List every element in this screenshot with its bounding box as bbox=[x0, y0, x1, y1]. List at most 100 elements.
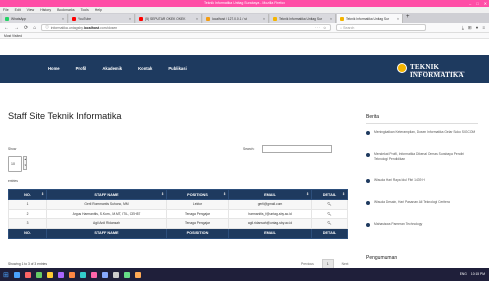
sync-icon[interactable]: ● bbox=[476, 25, 479, 31]
new-tab-icon[interactable]: + bbox=[406, 13, 410, 23]
search-label: Search: bbox=[243, 147, 255, 151]
nav-kontak[interactable]: Kontak bbox=[138, 66, 152, 71]
detail-magnifier-icon[interactable]: 🔍︎ bbox=[311, 218, 348, 229]
taskbar-app-icon[interactable] bbox=[57, 271, 64, 278]
entries-spinner[interactable]: ▲ ▼ bbox=[23, 156, 27, 170]
list-item[interactable]: Meningkatkan Keterampilan, Dosen Informa… bbox=[366, 130, 478, 152]
tab-close-icon[interactable]: × bbox=[397, 17, 399, 21]
site-brand-subtitle: UNIVERSITAS 17 AGUSTUS 1945 SURABAYA bbox=[410, 71, 465, 74]
sort-icon: ⇕ bbox=[342, 192, 345, 196]
tab-favicon-icon bbox=[273, 16, 277, 21]
footer-email: EMAIL bbox=[228, 227, 312, 239]
col-header-detail[interactable]: DETAIL ⇕ bbox=[311, 189, 348, 200]
detail-magnifier-icon[interactable]: 🔍︎ bbox=[311, 208, 348, 219]
detail-magnifier-icon[interactable]: 🔍︎ bbox=[311, 199, 348, 210]
url-bar[interactable]: ⓘ informatika.untagsby.localhost.com/dos… bbox=[41, 24, 332, 31]
nav-publikasi[interactable]: Publikasi bbox=[168, 66, 186, 71]
berita-divider bbox=[366, 123, 478, 124]
taskbar-app-icon[interactable] bbox=[24, 271, 31, 278]
taskbar-app-icon[interactable] bbox=[35, 271, 42, 278]
home-icon[interactable]: ⌂ bbox=[33, 25, 36, 31]
pager-previous[interactable]: Previous bbox=[297, 260, 318, 268]
list-item[interactable]: Mendekat Profil, Informatika Dikenal Orm… bbox=[366, 152, 478, 178]
nav-akademik[interactable]: Akademik bbox=[102, 66, 122, 71]
table-info: Showing 1 to 3 of 3 entries bbox=[8, 262, 48, 266]
maximize-icon[interactable]: □ bbox=[476, 0, 478, 7]
browser-tab[interactable]: YouTube × bbox=[69, 14, 135, 23]
cell-name: Agil Ardi Ridansah bbox=[46, 218, 167, 229]
taskbar-app-icon[interactable] bbox=[46, 271, 53, 278]
nav-home[interactable]: Home bbox=[48, 66, 60, 71]
page-title: Staff Site Teknik Informatika bbox=[8, 111, 122, 121]
bookmark-most-visited[interactable]: Most Visited bbox=[4, 34, 22, 38]
bullet-icon bbox=[366, 131, 370, 135]
cell-position: Tenaga Pengajar bbox=[166, 208, 229, 219]
table-header-row: NO. ⇕ STAFF NAME ⇕ POSITIONS ⇕ EMAIL ⇕ DETAI… bbox=[8, 189, 348, 200]
library-icon[interactable]: ⊞ bbox=[468, 25, 472, 31]
tab-favicon-icon bbox=[72, 16, 76, 21]
tray-clock[interactable]: 10:15 PM bbox=[471, 272, 485, 276]
tray-language[interactable]: ENG bbox=[460, 272, 467, 276]
taskbar-app-icon[interactable] bbox=[90, 271, 97, 278]
window-titlebar: Teknik Informatika Unitag Surabaya - Moz… bbox=[0, 0, 489, 7]
nav-profil[interactable]: Profil bbox=[76, 66, 87, 71]
browser-tab[interactable]: WhatsApp × bbox=[2, 14, 68, 23]
reload-icon[interactable]: ⟳ bbox=[24, 25, 28, 31]
table-footer-row: NO. STAFF NAME POSISITION EMAIL DETAIL bbox=[8, 227, 348, 239]
download-icon[interactable]: ⤓ bbox=[462, 25, 464, 31]
entries-select[interactable]: 10 bbox=[8, 156, 22, 172]
taskbar-app-icon[interactable] bbox=[123, 271, 130, 278]
site-header: Home Profil Akademik Kontak Publikasi TE… bbox=[0, 55, 489, 83]
list-item[interactable]: Wisuda Hari Raya Idul Fitri 1439 H bbox=[366, 178, 478, 200]
bullet-icon bbox=[366, 201, 370, 205]
table-row: 1 Gerli Rommantis Suhono, MM Lektor gerl… bbox=[8, 199, 348, 210]
col-header-name[interactable]: STAFF NAME ⇕ bbox=[46, 189, 167, 200]
taskbar-app-icon[interactable] bbox=[134, 271, 141, 278]
tab-close-icon[interactable]: × bbox=[129, 17, 131, 21]
col-header-position[interactable]: POSITIONS ⇕ bbox=[166, 189, 229, 200]
tab-favicon-icon bbox=[139, 16, 143, 21]
browser-tab[interactable]: Teknik Informatika Unitag Sur × bbox=[337, 14, 403, 23]
list-item[interactable]: Wisuda Desain, Hari Pasanan Ali Teknolog… bbox=[366, 200, 478, 222]
tab-close-icon[interactable]: × bbox=[196, 17, 198, 21]
start-icon[interactable]: ⊞ bbox=[3, 271, 9, 279]
close-icon[interactable]: ✕ bbox=[484, 0, 487, 7]
search-bar[interactable]: ⌕ Search bbox=[336, 24, 427, 31]
page-actions-icon[interactable]: ··· ✩ bbox=[315, 26, 327, 30]
toolbar-icons: ⤓ ⊞ ● ≡ bbox=[462, 25, 485, 31]
berita-heading: Berita bbox=[366, 114, 380, 120]
browser-tab[interactable]: localhost / 127.0.0.1 / st × bbox=[203, 14, 269, 23]
taskbar-app-icon[interactable] bbox=[68, 271, 75, 278]
table-row: 3 Agil Ardi Ridansah Tenaga Pengajar agi… bbox=[8, 218, 348, 229]
tab-close-icon[interactable]: × bbox=[62, 17, 64, 21]
tab-close-icon[interactable]: × bbox=[263, 17, 265, 21]
window-controls: – □ ✕ bbox=[469, 0, 487, 7]
tab-label: localhost / 127.0.0.1 / st bbox=[212, 16, 247, 21]
list-item[interactable]: Mahasiswa Pameran Technology bbox=[366, 222, 478, 234]
taskbar-app-icon[interactable] bbox=[101, 271, 108, 278]
cell-email: gerli@gmail.com bbox=[228, 199, 312, 210]
cell-position: Tenaga Pengajar bbox=[166, 218, 229, 229]
taskbar-app-icon[interactable] bbox=[112, 271, 119, 278]
taskbar-app-icon[interactable] bbox=[13, 271, 20, 278]
back-icon[interactable]: ← bbox=[4, 25, 9, 31]
pengumuman-heading: Pengumuman bbox=[366, 255, 398, 261]
taskbar-app-icon[interactable] bbox=[79, 271, 86, 278]
tab-close-icon[interactable]: × bbox=[330, 17, 332, 21]
minimize-icon[interactable]: – bbox=[469, 0, 471, 7]
cell-position: Lektor bbox=[166, 199, 229, 210]
table-search-input[interactable] bbox=[262, 145, 332, 153]
show-label: Show bbox=[8, 147, 17, 151]
col-header-email[interactable]: EMAIL ⇕ bbox=[228, 189, 312, 200]
menu-icon[interactable]: ≡ bbox=[482, 25, 485, 31]
university-logo-icon[interactable] bbox=[397, 63, 407, 73]
page-top-spacer bbox=[0, 39, 489, 55]
browser-navbar: ← → ⟳ ⌂ ⓘ informatika.untagsby.localhost… bbox=[0, 23, 489, 33]
forward-icon[interactable]: → bbox=[14, 25, 19, 31]
browser-tab[interactable]: Teknik Informatika Unitag Sur × bbox=[270, 14, 336, 23]
browser-tab[interactable]: (5) SEPUTAR OKEK OKEK × bbox=[136, 14, 202, 23]
col-header-no[interactable]: NO. ⇕ bbox=[8, 189, 47, 200]
os-taskbar: ⊞ bbox=[0, 268, 489, 281]
sort-icon: ⇕ bbox=[41, 192, 44, 196]
pager-next[interactable]: Next bbox=[338, 260, 353, 268]
